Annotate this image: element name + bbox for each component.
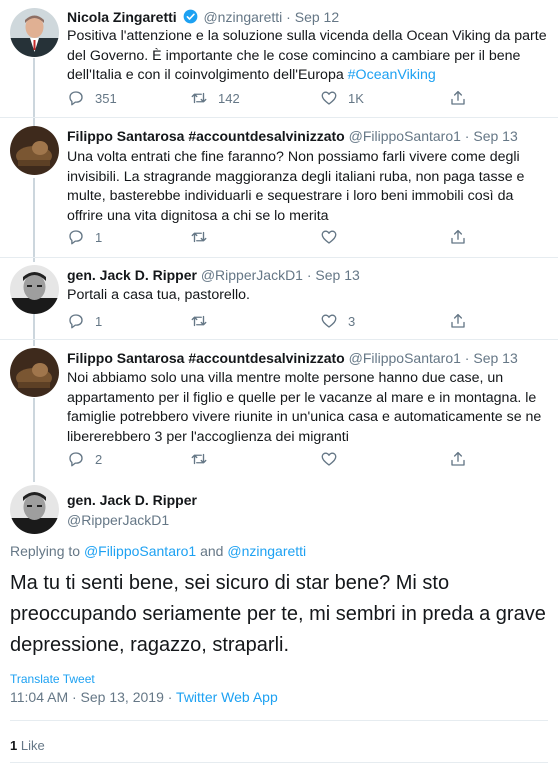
avatar[interactable] — [10, 348, 59, 397]
tweet-date[interactable]: Sep 13 — [473, 350, 517, 366]
retweet-count: 142 — [218, 90, 240, 106]
like-icon — [321, 314, 337, 328]
reply-button[interactable]: 351 — [67, 88, 117, 108]
author-name[interactable]: gen. Jack D. Ripper — [67, 267, 197, 283]
author-name[interactable]: Filippo Santarosa #accountdesalvinizzato — [67, 350, 345, 366]
like-icon — [321, 91, 337, 105]
author-name[interactable]: Nicola Zingaretti — [67, 9, 177, 25]
tweet-date[interactable]: Sep 13 — [315, 267, 359, 283]
reply-icon — [69, 452, 83, 467]
reply-icon — [69, 314, 83, 329]
hashtag-link[interactable]: #OceanViking — [348, 67, 436, 83]
avatar[interactable] — [10, 8, 59, 57]
like-button[interactable]: 3 — [320, 311, 355, 331]
divider — [10, 720, 548, 721]
author-handle[interactable]: @RipperJackD1 — [67, 512, 169, 528]
tweet[interactable]: gen. Jack D. Ripper @RipperJackD1 · Sep … — [0, 258, 558, 340]
share-button[interactable] — [449, 311, 467, 331]
tweet[interactable]: Filippo Santarosa #accountdesalvinizzato… — [0, 340, 558, 478]
like-icon — [321, 452, 337, 466]
share-button[interactable] — [449, 88, 467, 108]
replying-to: Replying to @FilippoSantaro1 and @nzinga… — [10, 543, 307, 559]
separator-dot: · — [460, 128, 474, 144]
mention-link[interactable]: @nzingaretti — [227, 543, 306, 559]
retweet-icon — [191, 92, 207, 104]
author-name[interactable]: gen. Jack D. Ripper — [67, 492, 197, 508]
main-tweet-text: Ma tu ti senti bene, sei sicuro di star … — [10, 572, 546, 656]
verified-badge-icon — [183, 9, 197, 24]
source-link[interactable]: Twitter Web App — [176, 689, 278, 705]
translate-tweet-link[interactable]: Translate Tweet — [10, 672, 95, 686]
author-handle[interactable]: @nzingaretti — [203, 9, 282, 25]
reply-button[interactable]: 1 — [67, 311, 102, 331]
author-handle[interactable]: @FilippoSantaro1 — [349, 128, 461, 144]
retweet-icon — [191, 231, 207, 243]
reply-button[interactable]: 1 — [67, 227, 102, 247]
like-button[interactable]: 1K — [320, 88, 364, 108]
like-icon — [321, 230, 337, 244]
tweet-text: Noi abbiamo solo una villa mentre molte … — [67, 370, 542, 445]
share-icon — [451, 313, 465, 328]
separator-dot: · — [302, 267, 316, 283]
avatar[interactable] — [10, 265, 59, 314]
reply-icon — [69, 230, 83, 245]
tweet-timestamp: 11:04 AM · Sep 13, 2019 · Twitter Web Ap… — [10, 689, 278, 705]
like-label: Like — [17, 738, 45, 753]
reply-count: 351 — [95, 90, 117, 106]
share-icon — [451, 90, 465, 105]
divider — [10, 762, 548, 763]
share-icon — [451, 229, 465, 244]
like-button[interactable] — [320, 227, 348, 247]
author-handle[interactable]: @RipperJackD1 — [201, 267, 303, 283]
like-button[interactable] — [320, 449, 348, 469]
like-count: 3 — [348, 313, 356, 329]
retweet-button[interactable] — [190, 311, 218, 331]
reply-count: 1 — [95, 313, 103, 329]
reply-icon — [69, 91, 83, 106]
mention-link[interactable]: @FilippoSantaro1 — [84, 543, 196, 559]
reply-count: 1 — [95, 229, 103, 245]
tweet-text: Positiva l'attenzione e la soluzione sul… — [67, 28, 547, 83]
like-count: 1K — [348, 90, 364, 106]
tweet-text: Una volta entrati che fine faranno? Non … — [67, 149, 525, 224]
reply-count: 2 — [95, 451, 103, 467]
share-button[interactable] — [449, 227, 467, 247]
tweet[interactable]: Nicola Zingaretti @nzingaretti · Sep 12 … — [0, 0, 558, 118]
tweet[interactable]: Filippo Santarosa #accountdesalvinizzato… — [0, 118, 558, 258]
tweet-date[interactable]: Sep 13 — [473, 128, 517, 144]
share-button[interactable] — [449, 449, 467, 469]
reply-button[interactable]: 2 — [67, 449, 102, 469]
avatar[interactable] — [10, 126, 59, 175]
retweet-icon — [191, 315, 207, 327]
share-icon — [451, 451, 465, 466]
author-name[interactable]: Filippo Santarosa #accountdesalvinizzato — [67, 128, 345, 144]
likes-summary[interactable]: 1 Like — [10, 738, 45, 753]
avatar[interactable] — [10, 485, 59, 534]
timestamp-text[interactable]: 11:04 AM · Sep 13, 2019 · — [10, 689, 176, 705]
separator-dot: · — [460, 350, 474, 366]
retweet-button[interactable]: 142 — [190, 88, 240, 108]
separator-dot: · — [282, 9, 295, 25]
tweet-date[interactable]: Sep 12 — [295, 9, 339, 25]
retweet-button[interactable] — [190, 227, 218, 247]
author-handle[interactable]: @FilippoSantaro1 — [349, 350, 461, 366]
tweet-text: Portali a casa tua, pastorello. — [67, 287, 250, 303]
retweet-button[interactable] — [190, 449, 218, 469]
retweet-icon — [191, 453, 207, 465]
